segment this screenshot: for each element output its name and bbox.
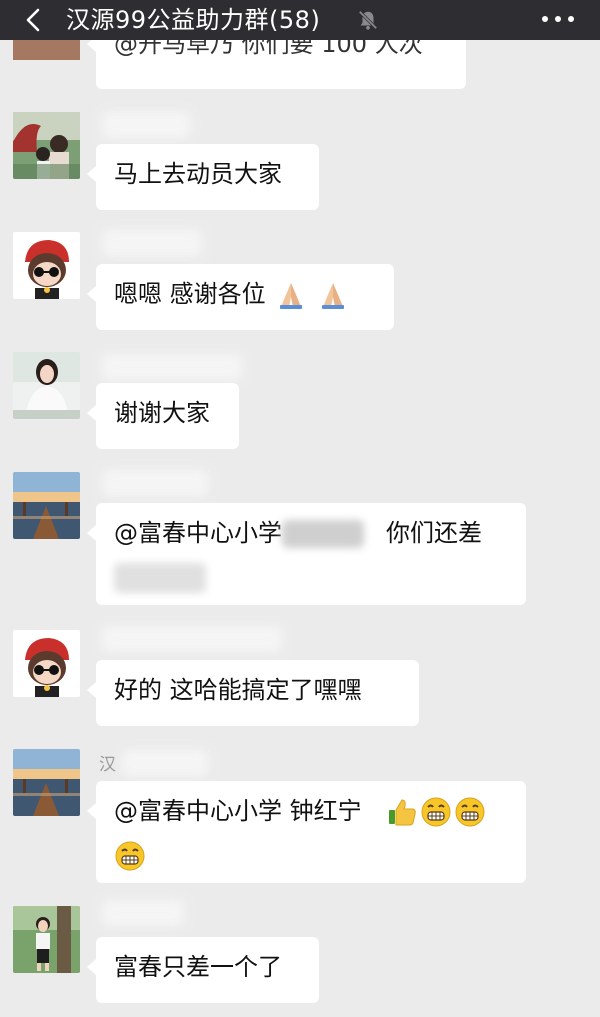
message-text: 好的 这哈能搞定了嘿嘿 [114, 676, 362, 704]
avatar[interactable] [13, 352, 80, 419]
chat-title: 汉源99公益助力群(58) [66, 6, 321, 34]
avatar-woman-portrait-icon [13, 352, 80, 419]
more-dots-icon[interactable] [542, 16, 576, 24]
redacted-name-blur [282, 520, 364, 548]
sender-name-blurred [102, 112, 190, 138]
thumbs-up-emoji [386, 796, 418, 828]
message-bubble[interactable]: @富春中心小学 钟红宁 [87, 781, 526, 883]
avatar-cartoon-girl-icon [13, 232, 80, 299]
sender-name-blurred [102, 354, 242, 380]
avatar[interactable] [13, 112, 80, 179]
message-text: @富春中心小学 钟红宁 [114, 797, 362, 825]
avatar[interactable] [13, 906, 80, 973]
message-bubble[interactable]: 富春只差一个了 [87, 937, 319, 1003]
chat-message-list[interactable]: @开马草乃 你们要 100 人次 马上去动员大家 嗯嗯 感谢各位 谢谢大家 @富… [0, 40, 600, 1017]
grinning-emoji [420, 796, 452, 828]
sender-name: 汉 [99, 755, 116, 775]
folded-hands-emoji [275, 279, 307, 311]
chevron-left-icon[interactable] [22, 8, 46, 32]
avatar-cartoon-girl-icon [13, 630, 80, 697]
avatar-sunset-pier-icon [13, 472, 80, 539]
avatar[interactable] [13, 749, 80, 816]
grinning-emoji [114, 840, 146, 872]
bell-muted-icon [358, 10, 378, 30]
sender-name-blurred [102, 626, 282, 652]
message-bubble[interactable]: 马上去动员大家 [87, 144, 319, 210]
folded-hands-emoji [317, 279, 349, 311]
avatar-sunset-pier-icon [13, 749, 80, 816]
sender-name-blurred [122, 750, 208, 776]
message-text: @开马草乃 你们要 100 人次 [114, 40, 423, 58]
redacted-text-blur [114, 563, 206, 593]
message-text: @富春中心小学 [114, 519, 282, 547]
message-bubble[interactable]: 谢谢大家 [87, 383, 239, 449]
message-text: 富春只差一个了 [114, 953, 282, 981]
message-bubble[interactable]: 好的 这哈能搞定了嘿嘿 [87, 660, 419, 726]
message-text: 嗯嗯 感谢各位 [114, 280, 266, 308]
message-text: 谢谢大家 [114, 399, 210, 427]
message-bubble[interactable]: 嗯嗯 感谢各位 [87, 264, 394, 330]
message-bubble[interactable]: @富春中心小学 你们还差 [87, 503, 526, 605]
avatar[interactable] [13, 232, 80, 299]
sender-name-blurred [102, 900, 184, 926]
message-bubble-partial[interactable]: @开马草乃 你们要 100 人次 [87, 40, 466, 89]
avatar[interactable] [13, 630, 80, 697]
avatar-child-photo-icon [13, 906, 80, 973]
avatar-partial[interactable] [13, 40, 80, 60]
avatar[interactable] [13, 472, 80, 539]
sender-name-blurred [102, 470, 208, 496]
message-text: 马上去动员大家 [114, 160, 282, 188]
message-text: 你们还差 [386, 519, 482, 547]
avatar-family-photo-icon [13, 112, 80, 179]
sender-name-blurred [102, 230, 202, 256]
chat-header: 汉源99公益助力群(58) [0, 0, 600, 40]
grinning-emoji [454, 796, 486, 828]
